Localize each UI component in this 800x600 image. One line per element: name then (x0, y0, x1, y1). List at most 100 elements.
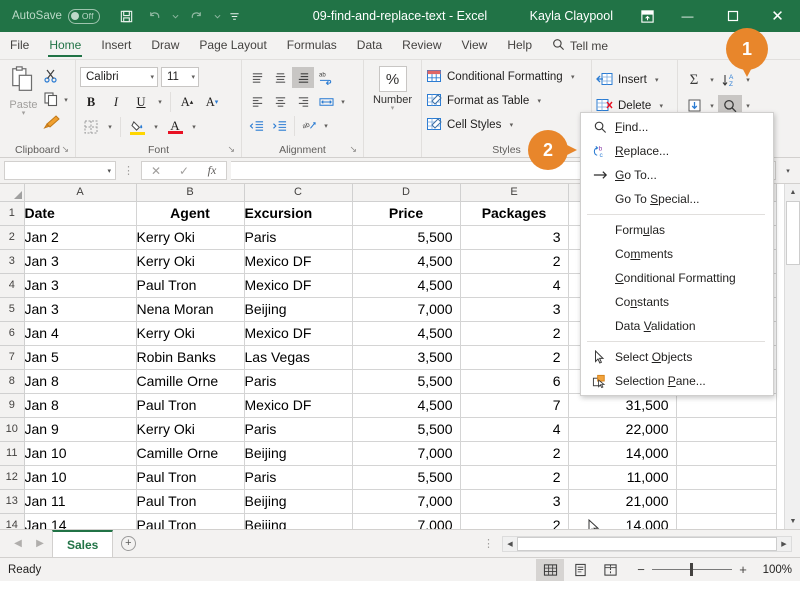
cell-b2[interactable]: Kerry Oki (136, 225, 245, 250)
delete-cells-caret-icon[interactable]: ▾ (656, 102, 666, 110)
row-header-3[interactable]: 3 (0, 249, 25, 274)
horizontal-scrollbar[interactable]: ◀ ▶ (502, 535, 792, 552)
normal-view-button[interactable] (536, 558, 564, 581)
save-icon[interactable] (114, 4, 140, 28)
cell-e8[interactable]: 6 (460, 369, 569, 394)
cell-b11[interactable]: Camille Orne (136, 441, 245, 466)
font-size-combobox[interactable]: 11 ▾ (161, 67, 199, 87)
underline-dropdown-icon[interactable]: ▾ (155, 98, 165, 106)
cell-e1[interactable]: Packages (460, 201, 569, 226)
tab-insert[interactable]: Insert (91, 32, 141, 59)
cell-g11[interactable] (676, 441, 777, 466)
cell-c12[interactable]: Paris (244, 465, 353, 490)
cell-b9[interactable]: Paul Tron (136, 393, 245, 418)
cell-c14[interactable]: Beijing (244, 513, 353, 529)
center-align-button[interactable] (269, 91, 291, 112)
cell-a11[interactable]: Jan 10 (24, 441, 137, 466)
bold-button[interactable]: B (80, 91, 102, 113)
cell-e14[interactable]: 2 (460, 513, 569, 529)
orientation-button[interactable]: ab (298, 115, 320, 136)
name-box-caret-icon[interactable]: ▾ (107, 167, 111, 175)
cell-c5[interactable]: Beijing (244, 297, 353, 322)
scroll-right-arrow-icon[interactable]: ▶ (777, 540, 791, 548)
minimize-button[interactable]: — (665, 0, 710, 32)
cell-a2[interactable]: Jan 2 (24, 225, 137, 250)
insert-cells-caret-icon[interactable]: ▾ (652, 76, 662, 84)
redo-icon[interactable] (184, 4, 210, 28)
cell-c8[interactable]: Paris (244, 369, 353, 394)
vertical-scrollbar[interactable]: ▲ ▼ (784, 184, 800, 529)
fill-color-button[interactable] (126, 116, 148, 138)
horizontal-scroll-grip[interactable]: ⋮ (483, 537, 494, 550)
cell-e7[interactable]: 2 (460, 345, 569, 370)
cell-e4[interactable]: 4 (460, 273, 569, 298)
column-header-c[interactable]: C (244, 184, 353, 202)
row-header-4[interactable]: 4 (0, 273, 25, 298)
formula-bar-grip[interactable]: ⋮ (120, 164, 137, 177)
cell-a1[interactable]: Date (24, 201, 137, 226)
cell-e11[interactable]: 2 (460, 441, 569, 466)
menu-item-selection-pane[interactable]: Selection Pane... (581, 369, 773, 393)
number-format-button[interactable]: % Number ▾ (368, 63, 417, 112)
paste-dropdown-icon[interactable]: ▾ (22, 110, 26, 117)
cell-e2[interactable]: 3 (460, 225, 569, 250)
cell-d11[interactable]: 7,000 (352, 441, 461, 466)
tab-data[interactable]: Data (347, 32, 392, 59)
add-sheet-button[interactable]: + (115, 536, 141, 551)
wrap-text-button[interactable]: ab (315, 67, 337, 88)
cell-styles-caret-icon[interactable]: ▾ (506, 121, 516, 129)
scroll-left-arrow-icon[interactable]: ◀ (503, 540, 517, 548)
cell-d1[interactable]: Price (352, 201, 461, 226)
conditional-formatting-caret-icon[interactable]: ▾ (568, 73, 578, 81)
fill-dropdown-icon[interactable]: ▾ (707, 102, 717, 110)
menu-item-select-objects[interactable]: Select Objects (581, 345, 773, 369)
cell-b12[interactable]: Paul Tron (136, 465, 245, 490)
cell-b4[interactable]: Paul Tron (136, 273, 245, 298)
number-dropdown-icon[interactable]: ▾ (391, 105, 395, 112)
autosave-control[interactable]: AutoSave Off (12, 8, 100, 24)
cell-c7[interactable]: Las Vegas (244, 345, 353, 370)
tab-view[interactable]: View (452, 32, 498, 59)
row-header-7[interactable]: 7 (0, 345, 25, 370)
cell-a8[interactable]: Jan 8 (24, 369, 137, 394)
cell-e10[interactable]: 4 (460, 417, 569, 442)
column-header-d[interactable]: D (352, 184, 461, 202)
bottom-align-button[interactable] (292, 67, 314, 88)
cell-d2[interactable]: 5,500 (352, 225, 461, 250)
menu-item-go-to-special[interactable]: Go To Special... (581, 187, 773, 211)
cell-b3[interactable]: Kerry Oki (136, 249, 245, 274)
cell-a10[interactable]: Jan 9 (24, 417, 137, 442)
cell-a7[interactable]: Jan 5 (24, 345, 137, 370)
row-header-14[interactable]: 14 (0, 513, 25, 529)
cell-e6[interactable]: 2 (460, 321, 569, 346)
cell-e12[interactable]: 2 (460, 465, 569, 490)
menu-item-go-to[interactable]: Go To... (581, 163, 773, 187)
cell-c1[interactable]: Excursion (244, 201, 353, 226)
cell-c3[interactable]: Mexico DF (244, 249, 353, 274)
menu-item-data-validation[interactable]: Data Validation (581, 314, 773, 338)
cell-d12[interactable]: 5,500 (352, 465, 461, 490)
zoom-slider-thumb[interactable] (690, 563, 693, 576)
sheet-tab-sales[interactable]: Sales (52, 530, 114, 557)
top-align-button[interactable] (246, 67, 268, 88)
name-box[interactable]: ▾ (4, 161, 116, 180)
decrease-indent-button[interactable] (246, 115, 268, 136)
select-all-corner[interactable] (0, 184, 25, 202)
menu-item-comments[interactable]: Comments (581, 242, 773, 266)
next-sheet-icon[interactable]: ▶ (30, 538, 50, 549)
cell-a14[interactable]: Jan 14 (24, 513, 137, 529)
fill-color-dropdown-icon[interactable]: ▾ (151, 123, 161, 131)
autosum-button[interactable]: Σ (682, 69, 706, 91)
cell-d10[interactable]: 5,500 (352, 417, 461, 442)
paste-button[interactable]: Paste ▾ (4, 63, 43, 117)
cell-a13[interactable]: Jan 11 (24, 489, 137, 514)
expand-formula-bar-icon[interactable]: ▾ (780, 167, 796, 175)
increase-indent-button[interactable] (269, 115, 291, 136)
cell-g10[interactable] (676, 417, 777, 442)
row-header-1[interactable]: 1 (0, 201, 25, 226)
zoom-out-button[interactable]: − (636, 562, 646, 577)
merge-and-center-button[interactable] (315, 91, 337, 112)
insert-cells-button[interactable]: Insert ▾ (596, 68, 666, 92)
tab-home[interactable]: Home (39, 32, 91, 59)
format-as-table-caret-icon[interactable]: ▾ (534, 97, 544, 105)
